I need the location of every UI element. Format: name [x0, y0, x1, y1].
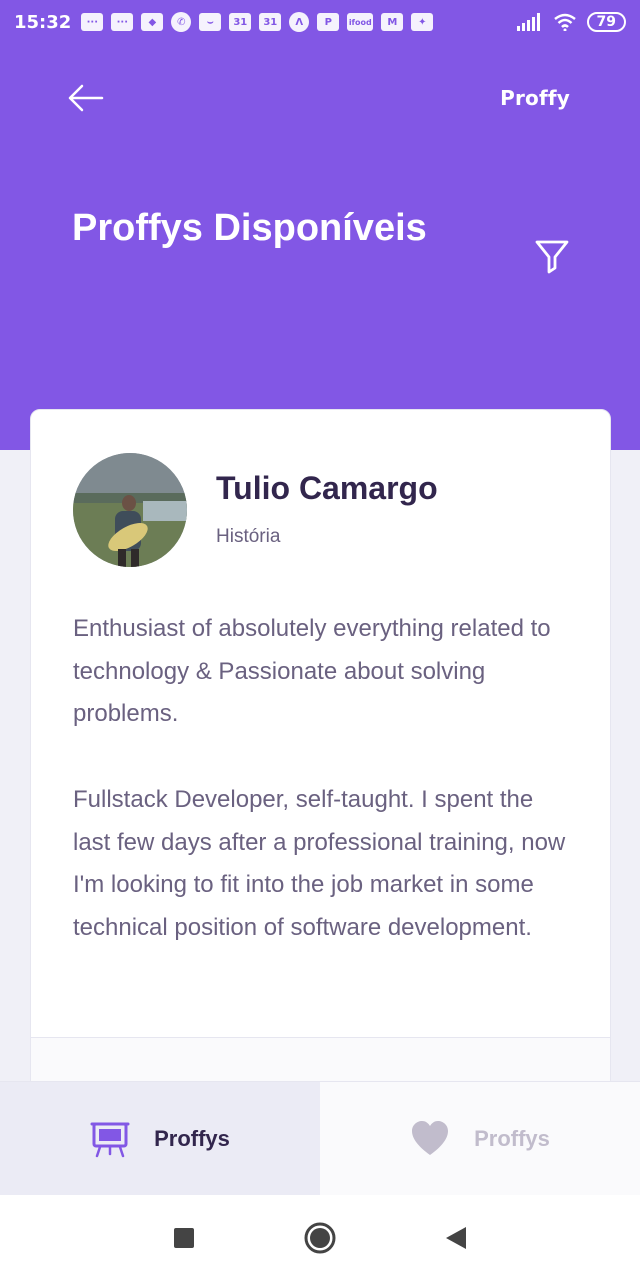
tab-favorites[interactable]: Proffys — [320, 1082, 640, 1196]
teacher-name: Tulio Camargo — [216, 470, 438, 506]
notification-icons: ··· ··· ◆ ✆ ⌣ 31 31 Λ P ifood M ✦ — [81, 12, 434, 32]
page-header: Proffy Proffys Disponíveis — [0, 44, 640, 450]
battery-level: 79 — [596, 14, 616, 30]
avatar — [73, 453, 187, 567]
system-nav-bar — [0, 1195, 640, 1280]
discord-icon: ◆ — [141, 13, 164, 31]
brand-logo: Proffy — [500, 86, 570, 110]
signal-icon — [516, 13, 540, 31]
chat-icon: ··· — [81, 13, 104, 31]
home-button[interactable] — [300, 1218, 340, 1258]
wifi-icon — [553, 13, 576, 31]
easel-icon — [90, 1122, 130, 1158]
back-button[interactable] — [64, 80, 108, 116]
gmail-icon: M — [381, 13, 404, 31]
recents-button[interactable] — [164, 1218, 204, 1258]
filter-button[interactable] — [530, 234, 574, 278]
tab-label: Proffys — [154, 1126, 230, 1151]
teacher-bio: Enthusiast of absolutely everything rela… — [73, 608, 573, 992]
teacher-card: Tulio Camargo História Enthusiast of abs… — [30, 409, 611, 1089]
chat-icon: ··· — [111, 13, 134, 31]
bio-paragraph: Enthusiast of absolutely everything rela… — [73, 615, 551, 728]
tab-proffys[interactable]: Proffys — [0, 1082, 320, 1196]
triangle-back-icon — [446, 1226, 466, 1249]
filter-icon — [535, 240, 569, 274]
teacher-subject: História — [216, 526, 281, 547]
bio-paragraph: Fullstack Developer, self-taught. I spen… — [73, 785, 566, 941]
page-title: Proffys Disponíveis — [72, 207, 427, 249]
avatar-photo — [73, 453, 187, 567]
status-time: 15:32 — [14, 11, 72, 33]
calendar-icon: 31 — [229, 13, 252, 31]
tab-bar: Proffys Proffys — [0, 1081, 640, 1196]
calendar-icon: 31 — [259, 13, 282, 31]
circle-icon — [304, 1222, 336, 1253]
heart-icon — [412, 1121, 449, 1155]
whatsapp-icon: ✆ — [171, 12, 192, 32]
square-icon — [174, 1227, 194, 1248]
battery-indicator: 79 — [586, 12, 626, 32]
back-nav-button[interactable] — [436, 1218, 476, 1258]
app-icon: Λ — [289, 12, 310, 32]
ifood-icon: ifood — [347, 13, 374, 31]
app-icon: P — [317, 13, 340, 31]
app-icon: ⌣ — [199, 13, 222, 31]
tab-label: Proffys — [474, 1126, 550, 1151]
status-bar: 15:32 ··· ··· ◆ ✆ ⌣ 31 31 Λ P ifood M ✦ … — [0, 0, 640, 44]
arrow-left-icon — [68, 84, 104, 112]
app-icon: ✦ — [411, 13, 434, 31]
